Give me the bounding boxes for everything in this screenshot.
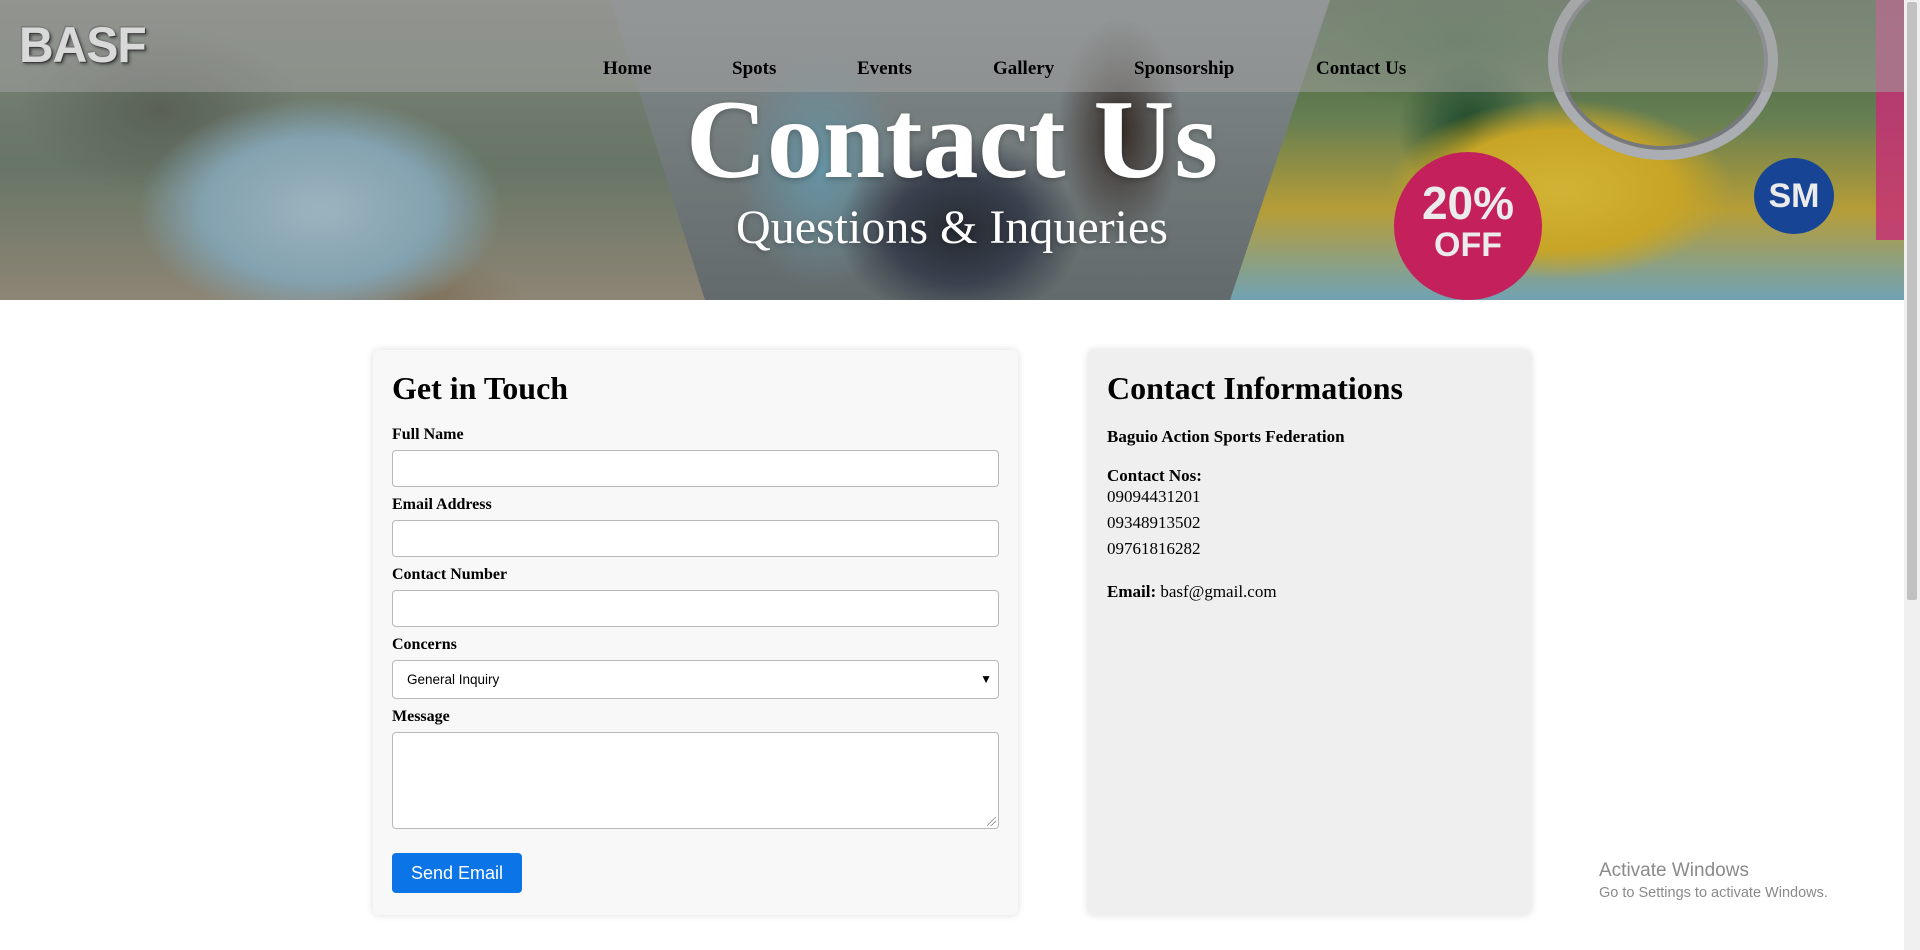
site-logo[interactable]: BASF bbox=[19, 17, 147, 75]
info-heading: Contact Informations bbox=[1107, 370, 1403, 406]
email-info: Email: basf@gmail.com bbox=[1107, 582, 1277, 602]
contact-number-3: 09761816282 bbox=[1107, 539, 1201, 558]
contact-info-card: Contact Informations Baguio Action Sport… bbox=[1088, 350, 1531, 915]
email-input[interactable] bbox=[392, 520, 999, 557]
organization-name: Baguio Action Sports Federation bbox=[1107, 427, 1345, 446]
contact-number-2: 09348913502 bbox=[1107, 513, 1201, 532]
chevron-down-icon: ▼ bbox=[980, 672, 992, 686]
activate-windows-title: Activate Windows bbox=[1599, 860, 1749, 881]
nav-home[interactable]: Home bbox=[603, 58, 652, 80]
concerns-label: Concerns bbox=[392, 636, 457, 653]
resize-handle-icon[interactable] bbox=[987, 817, 996, 826]
form-heading: Get in Touch bbox=[392, 370, 569, 406]
nav-sponsorship[interactable]: Sponsorship bbox=[1134, 58, 1234, 80]
contact-number-input[interactable] bbox=[392, 590, 999, 627]
page-subtitle: Questions & Inqueries bbox=[736, 201, 1168, 254]
hero-banner: 20% OFF SM BASF Home Spots Events Galler… bbox=[0, 0, 1904, 300]
email-info-value: basf@gmail.com bbox=[1160, 582, 1277, 601]
concerns-selected-value: General Inquiry bbox=[407, 672, 500, 687]
nav-spots[interactable]: Spots bbox=[732, 58, 776, 80]
activate-windows-subtitle: Go to Settings to activate Windows. bbox=[1599, 885, 1828, 901]
page-title: Contact Us bbox=[686, 78, 1218, 202]
message-label: Message bbox=[392, 708, 450, 725]
page-scrollbar[interactable] bbox=[1904, 0, 1920, 950]
concerns-select[interactable]: General Inquiry ▼ bbox=[392, 660, 999, 699]
full-name-input[interactable] bbox=[392, 450, 999, 487]
message-textarea[interactable] bbox=[392, 732, 999, 829]
send-email-button[interactable]: Send Email bbox=[392, 853, 522, 893]
contact-form-card: Get in Touch Full Name Email Address Con… bbox=[373, 350, 1018, 915]
contact-number-1: 09094431201 bbox=[1107, 487, 1201, 506]
nav-events[interactable]: Events bbox=[857, 58, 912, 80]
nav-contact-us[interactable]: Contact Us bbox=[1316, 58, 1406, 80]
contact-number-label: Contact Number bbox=[392, 566, 508, 583]
email-label: Email Address bbox=[392, 496, 492, 513]
contact-nos-label: Contact Nos: bbox=[1107, 466, 1202, 485]
nav-gallery[interactable]: Gallery bbox=[993, 58, 1054, 80]
full-name-label: Full Name bbox=[392, 426, 464, 443]
scrollbar-thumb[interactable] bbox=[1907, 2, 1917, 600]
email-info-label: Email: bbox=[1107, 582, 1157, 601]
